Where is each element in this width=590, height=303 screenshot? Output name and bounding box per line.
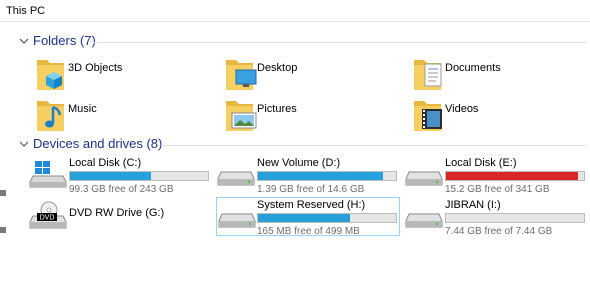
drive-usage-bar (445, 171, 585, 181)
drive-usage-fill (446, 172, 578, 180)
hard-drive-icon (405, 171, 443, 186)
drive-name: JIBRAN (I:) (445, 199, 501, 211)
3d-objects-folder-icon (37, 60, 64, 90)
folder-label: 3D Objects (68, 62, 123, 74)
folder-item-desktop[interactable]: Desktop (223, 54, 373, 98)
drives-group-header[interactable]: Devices and drives (8) (18, 136, 588, 154)
pictures-folder-icon (226, 101, 257, 131)
drive-item-h[interactable]: System Reserved (H:) 165 MB free of 499 … (216, 197, 400, 237)
desktop-folder-icon (226, 60, 257, 90)
chevron-down-icon[interactable] (18, 138, 30, 150)
folder-item-videos[interactable]: Videos (411, 95, 561, 139)
dvd-drive-icon: DVD (29, 201, 67, 229)
folder-label: Music (68, 103, 97, 115)
group-divider (161, 145, 586, 146)
folder-label: Desktop (257, 62, 298, 74)
dvd-badge: DVD (40, 215, 55, 222)
drive-usage-fill (258, 214, 351, 222)
folder-label: Documents (445, 62, 501, 74)
nav-pane-partial-icon (0, 190, 6, 196)
drive-name: DVD RW Drive (G:) (69, 207, 165, 219)
documents-folder-icon (414, 60, 442, 90)
hard-drive-icon (217, 171, 255, 186)
drive-usage-fill (258, 172, 383, 180)
drive-item-e[interactable]: Local Disk (E:) 15.2 GB free of 341 GB (405, 156, 590, 195)
drive-usage-bar (445, 213, 585, 223)
hard-drive-icon (405, 213, 443, 228)
hard-drive-icon (218, 213, 256, 228)
folders-group-header[interactable]: Folders (7) (18, 33, 588, 51)
drives-group-title: Devices and drives (8) (33, 136, 163, 151)
drive-usage-bar (69, 171, 209, 181)
music-folder-icon (37, 101, 64, 131)
nav-pane-partial-icon (0, 227, 6, 233)
drive-name: New Volume (D:) (257, 157, 341, 169)
address-bar[interactable]: This PC (0, 0, 590, 22)
drive-item-c[interactable]: Local Disk (C:) 99.3 GB free of 243 GB (29, 156, 214, 195)
drive-usage-bar (257, 213, 397, 223)
drive-usage-bar (257, 171, 397, 181)
drive-free-space: 99.3 GB free of 243 GB (69, 184, 174, 195)
drive-item-i[interactable]: JIBRAN (I:) 7.44 GB free of 7.44 GB (405, 198, 590, 237)
drive-free-space: 1.39 GB free of 14.6 GB (257, 184, 365, 195)
drive-item-g[interactable]: DVD DVD RW Drive (G:) (29, 198, 214, 234)
drive-name: Local Disk (E:) (445, 157, 517, 169)
folder-label: Pictures (257, 103, 297, 115)
drive-item-d[interactable]: New Volume (D:) 1.39 GB free of 14.6 GB (217, 156, 402, 195)
folder-item-3d-objects[interactable]: 3D Objects (34, 54, 184, 98)
folder-item-documents[interactable]: Documents (411, 54, 561, 98)
address-location: This PC (6, 5, 46, 17)
folder-label: Videos (445, 103, 479, 115)
drive-free-space: 7.44 GB free of 7.44 GB (445, 226, 553, 237)
drive-free-space: 15.2 GB free of 341 GB (445, 184, 550, 195)
folder-item-pictures[interactable]: Pictures (223, 95, 373, 139)
folder-item-music[interactable]: Music (34, 95, 184, 139)
chevron-down-icon[interactable] (18, 35, 30, 47)
group-divider (93, 42, 586, 43)
folders-group-title: Folders (7) (33, 33, 96, 48)
windows-drive-icon (29, 161, 67, 188)
videos-folder-icon (414, 101, 442, 131)
drive-name: System Reserved (H:) (257, 199, 366, 211)
drive-name: Local Disk (C:) (69, 157, 142, 169)
drive-free-space: 165 MB free of 499 MB (257, 226, 360, 237)
drive-usage-fill (70, 172, 152, 180)
